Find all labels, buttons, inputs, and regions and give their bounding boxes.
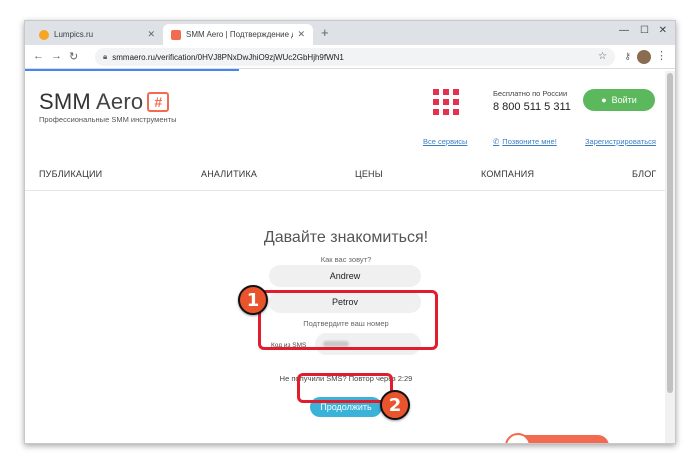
nav-item-publications[interactable]: ПУБЛИКАЦИИ — [39, 169, 102, 179]
form-title: Давайте знакомиться! — [263, 229, 429, 246]
name-label: Как вас зовут? — [320, 255, 372, 264]
step-marker-1: 1 — [238, 285, 268, 315]
tab-lumpics[interactable]: Lumpics.ru ✕ — [31, 24, 163, 45]
new-tab-button[interactable]: + — [321, 25, 329, 40]
first-name-field[interactable]: Andrew — [269, 265, 421, 287]
reload-icon[interactable]: ↻ — [69, 50, 78, 63]
nav-item-company[interactable]: КОМПАНИЯ — [481, 169, 534, 179]
close-icon[interactable]: ✕ — [297, 29, 305, 40]
bookmark-star-icon[interactable]: ☆ — [598, 51, 607, 62]
register-link[interactable]: Зарегистрироваться — [585, 137, 656, 146]
address-bar[interactable]: 🔒︎ smmaero.ru/verification/0HVJ8PNxDwJhi… — [95, 48, 615, 66]
close-icon[interactable]: ✕ — [147, 29, 155, 40]
forward-arrow-icon[interactable]: → — [51, 50, 62, 62]
scrollbar[interactable] — [665, 71, 675, 443]
minimize-button[interactable]: — — [619, 25, 629, 36]
phone-icon: ✆ — [493, 137, 500, 146]
lumpics-favicon-icon — [39, 29, 49, 40]
all-services-link[interactable]: Все сервисы — [423, 137, 467, 146]
maximize-button[interactable]: ☐ — [640, 25, 649, 36]
logo-text: SMM Aero — [39, 89, 144, 114]
menu-kebab-icon[interactable]: ⋮ — [656, 49, 667, 62]
logo-hash-icon: # — [147, 92, 170, 112]
nav-item-prices[interactable]: ЦЕНЫ — [355, 169, 383, 179]
tab-title: Lumpics.ru — [54, 30, 94, 39]
nav-item-analytics[interactable]: АНАЛИТИКА — [201, 169, 257, 179]
main-navigation: ПУБЛИКАЦИИ АНАЛИТИКА ЦЕНЫ КОМПАНИЯ БЛОГ — [25, 167, 667, 191]
phone-number[interactable]: 8 800 511 5 311 — [493, 101, 571, 113]
tab-smmaero[interactable]: SMM Aero | Подтверждение да... ✕ — [163, 24, 313, 45]
tab-strip: Lumpics.ru ✕ SMM Aero | Подтверждение да… — [25, 21, 675, 45]
url-text: smmaero.ru/verification/0HVJ8PNxDwJhiO9z… — [112, 52, 344, 62]
highlight-box-continue — [297, 373, 393, 403]
user-icon: ● — [601, 95, 607, 105]
close-window-button[interactable]: ✕ — [659, 25, 667, 36]
tab-title: SMM Aero | Подтверждение да... — [186, 30, 293, 39]
services-grid-icon[interactable] — [433, 89, 459, 115]
profile-avatar[interactable] — [637, 50, 651, 64]
nav-item-blog[interactable]: БЛОГ — [632, 169, 657, 179]
step-marker-2: 2 — [380, 390, 410, 420]
tagline: Профессиональные SMM инструменты — [39, 115, 177, 124]
free-call-label: Бесплатно по России — [493, 89, 568, 98]
highlight-box-sms — [258, 290, 438, 350]
key-icon[interactable]: ⚷ — [624, 51, 631, 62]
site-logo[interactable]: SMM Aero # — [39, 89, 170, 115]
scrollbar-thumb[interactable] — [667, 73, 673, 393]
back-arrow-icon[interactable]: ← — [33, 50, 44, 62]
callback-link[interactable]: ✆ Позвоните мне! — [493, 137, 557, 146]
browser-toolbar: ← → ↻ 🔒︎ smmaero.ru/verification/0HVJ8PN… — [25, 45, 675, 69]
login-button[interactable]: ● Войти — [583, 89, 655, 111]
smmaero-favicon-icon — [171, 29, 181, 40]
lock-icon: 🔒︎ — [103, 52, 108, 61]
